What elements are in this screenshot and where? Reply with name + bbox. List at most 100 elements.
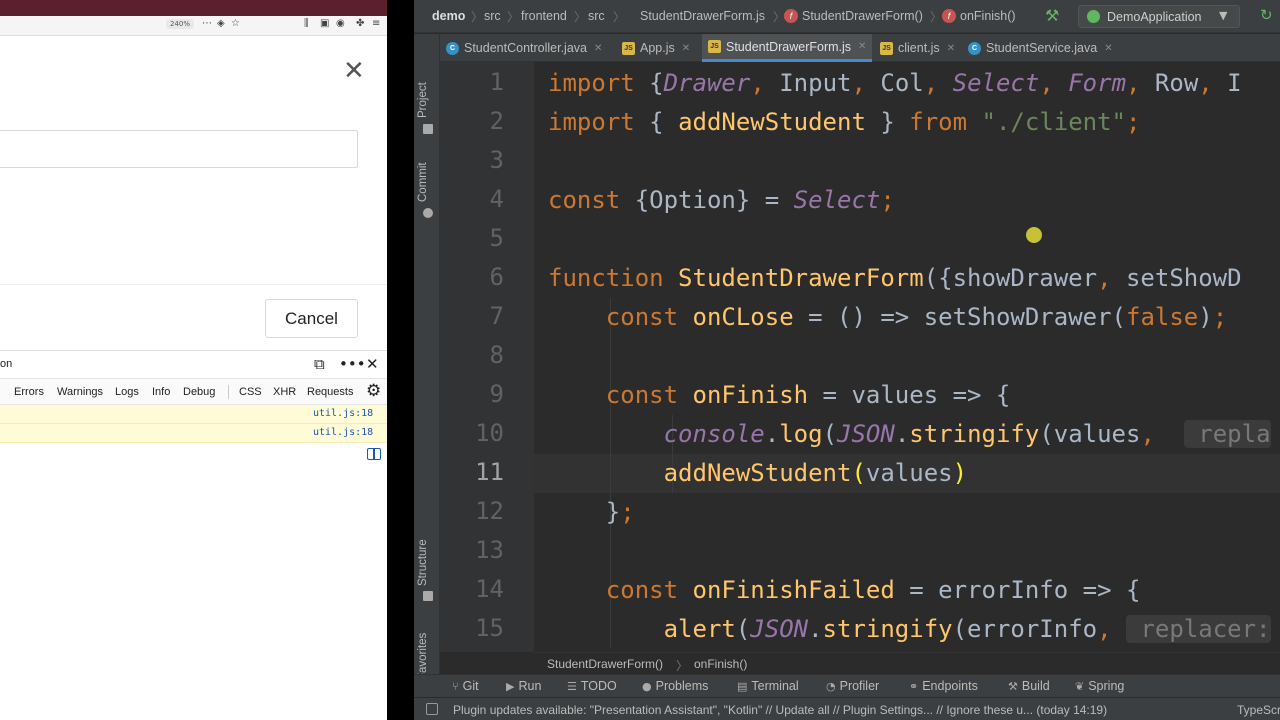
toggle-tool-windows-icon[interactable] <box>426 703 438 715</box>
line-number: 2 <box>489 107 504 135</box>
tab-app-js[interactable]: JS App.js ✕ <box>622 34 690 62</box>
filter-css[interactable]: CSS <box>239 386 262 398</box>
tab-studentdrawerform[interactable]: JS StudentDrawerForm.js ✕ <box>702 34 873 62</box>
crumb-component[interactable]: StudentDrawerForm() <box>802 9 923 23</box>
build-hammer-icon[interactable]: ⚒ <box>1045 6 1059 25</box>
pocket-icon[interactable]: ◈ <box>217 18 225 29</box>
code-line: const onFinishFailed = errorInfo => { <box>605 576 1141 604</box>
tool-project[interactable]: Project <box>417 82 429 118</box>
menu-icon[interactable]: ≡ <box>372 18 380 29</box>
function-icon: f <box>942 9 956 23</box>
gear-icon[interactable]: ⚙ <box>366 381 381 401</box>
breadcrumb-method[interactable]: onFinish() <box>694 657 747 671</box>
split-console-icon[interactable] <box>367 448 381 460</box>
more-icon[interactable]: ⋯ <box>202 18 212 29</box>
crumb-src[interactable]: src <box>484 9 501 23</box>
tool-profiler[interactable]: ◔ Profiler <box>826 679 879 693</box>
tool-problems[interactable]: ● Problems <box>642 679 708 693</box>
field-label: l <box>0 99 1 113</box>
code-editor[interactable]: import {Drawer, Input, Col, Select, Form… <box>534 62 1280 652</box>
filter-debug[interactable]: Debug <box>183 386 215 398</box>
ide-window: demo 〉 src 〉 frontend 〉 src 〉 StudentDra… <box>414 0 1280 720</box>
cancel-button[interactable]: Cancel <box>265 299 358 338</box>
tool-favorites[interactable]: Favorites <box>417 633 429 680</box>
filter-requests[interactable]: Requests <box>307 386 353 398</box>
tab-studentcontroller[interactable]: C StudentController.java ✕ <box>446 34 602 62</box>
tool-structure[interactable]: Structure <box>417 539 429 586</box>
code-line: alert(JSON.stringify(errorInfo, replacer… <box>663 615 1271 643</box>
browser-titlebar <box>0 0 387 16</box>
filter-warnings[interactable]: Warnings <box>57 386 103 398</box>
tab-studentservice[interactable]: C StudentService.java ✕ <box>968 34 1113 62</box>
tool-commit[interactable]: Commit <box>417 162 429 202</box>
tool-build[interactable]: ⚒ Build <box>1008 679 1050 693</box>
close-icon[interactable]: ✕ <box>682 43 690 54</box>
chevron-right-icon: 〉 <box>676 659 689 673</box>
line-number: 15 <box>475 614 504 642</box>
library-icon[interactable]: ⫼ <box>304 18 309 29</box>
hammer-icon: ⚒ <box>1008 680 1018 693</box>
rerun-icon[interactable]: ↻ <box>1260 6 1273 24</box>
chevron-down-icon: ▼ <box>1219 9 1228 22</box>
tab-label: client.js <box>898 41 940 55</box>
crumb-method[interactable]: onFinish() <box>960 9 1016 23</box>
terminal-icon: ▤ <box>737 680 748 693</box>
tool-spring[interactable]: ❦ Spring <box>1075 679 1124 693</box>
log-source-link[interactable]: util.js:18 <box>313 427 373 438</box>
chevron-right-icon: 〉 <box>930 10 943 24</box>
structure-icon <box>423 591 433 601</box>
line-number: 13 <box>475 536 504 564</box>
tool-terminal[interactable]: ▤ Terminal <box>737 679 799 693</box>
close-icon[interactable]: ✕ <box>594 43 602 54</box>
filter-errors[interactable]: Errors <box>14 386 44 398</box>
filter-info[interactable]: Info <box>152 386 170 398</box>
tool-todo[interactable]: ☰ TODO <box>567 679 617 693</box>
filter-separator <box>228 385 229 399</box>
endpoints-icon: ⚭ <box>909 680 919 693</box>
run-configuration-select[interactable]: DemoApplication ▼ <box>1078 5 1240 28</box>
drawer-footer-divider <box>0 284 387 285</box>
dock-icon[interactable]: ⧉ <box>314 355 325 373</box>
line-number: 9 <box>489 380 504 408</box>
close-devtools-icon[interactable]: ✕ <box>366 355 379 373</box>
devtools-console: on ⧉ ••• ✕ Errors Warnings Logs Info Deb… <box>0 350 387 720</box>
crumb-frontend[interactable]: frontend <box>521 9 567 23</box>
tab-client-js[interactable]: JS client.js ✕ <box>880 34 955 62</box>
code-line: function StudentDrawerForm({showDrawer, … <box>548 264 1242 292</box>
close-icon[interactable]: ✕ <box>858 41 866 52</box>
sidebar-icon[interactable]: ▣ <box>320 18 329 29</box>
chevron-right-icon: 〉 <box>507 10 520 24</box>
tool-endpoints[interactable]: ⚭ Endpoints <box>909 679 978 693</box>
more-options-icon[interactable]: ••• <box>339 355 366 373</box>
line-number: 6 <box>489 263 504 291</box>
extension-icon[interactable]: ✤ <box>356 18 364 29</box>
code-line: console.log(JSON.stringify(values, repla <box>663 420 1271 448</box>
tool-run[interactable]: ▶ Run <box>506 679 541 693</box>
form-text-input[interactable] <box>0 130 358 168</box>
account-icon[interactable]: ◉ <box>336 18 345 29</box>
close-icon[interactable]: ✕ <box>947 43 955 54</box>
code-line: const {Option} = Select; <box>548 186 895 214</box>
line-number: 10 <box>475 419 504 447</box>
tool-git[interactable]: ⑂ Git <box>452 679 479 693</box>
filter-logs[interactable]: Logs <box>115 386 139 398</box>
tab-label: StudentDrawerForm.js <box>726 39 852 54</box>
code-line: }; <box>548 498 635 526</box>
chevron-right-icon: 〉 <box>574 10 587 24</box>
zoom-level-badge[interactable]: 240% <box>166 19 195 29</box>
breadcrumb-component[interactable]: StudentDrawerForm() <box>547 657 663 671</box>
bookmark-star-icon[interactable]: ☆ <box>231 18 240 29</box>
close-icon[interactable]: ✕ <box>1104 43 1112 54</box>
tab-label: StudentController.java <box>464 41 587 55</box>
filter-xhr[interactable]: XHR <box>273 386 296 398</box>
crumb-file[interactable]: StudentDrawerForm.js <box>640 9 765 23</box>
crumb-src-2[interactable]: src <box>588 9 605 23</box>
console-filters: Errors Warnings Logs Info Debug CSS XHR … <box>0 379 387 405</box>
file-type-indicator[interactable]: TypeScrip <box>1237 703 1280 717</box>
crumb-project[interactable]: demo <box>432 9 465 23</box>
tool-window-bar: ⑂ Git ▶ Run ☰ TODO ● Problems ▤ Terminal ◔ Pro… <box>414 674 1280 697</box>
plugin-updates-message[interactable]: Plugin updates available: "Presentation … <box>453 703 1107 717</box>
log-source-link[interactable]: util.js:18 <box>313 408 373 419</box>
close-icon[interactable]: ✕ <box>343 58 365 84</box>
line-number: 5 <box>489 224 504 252</box>
